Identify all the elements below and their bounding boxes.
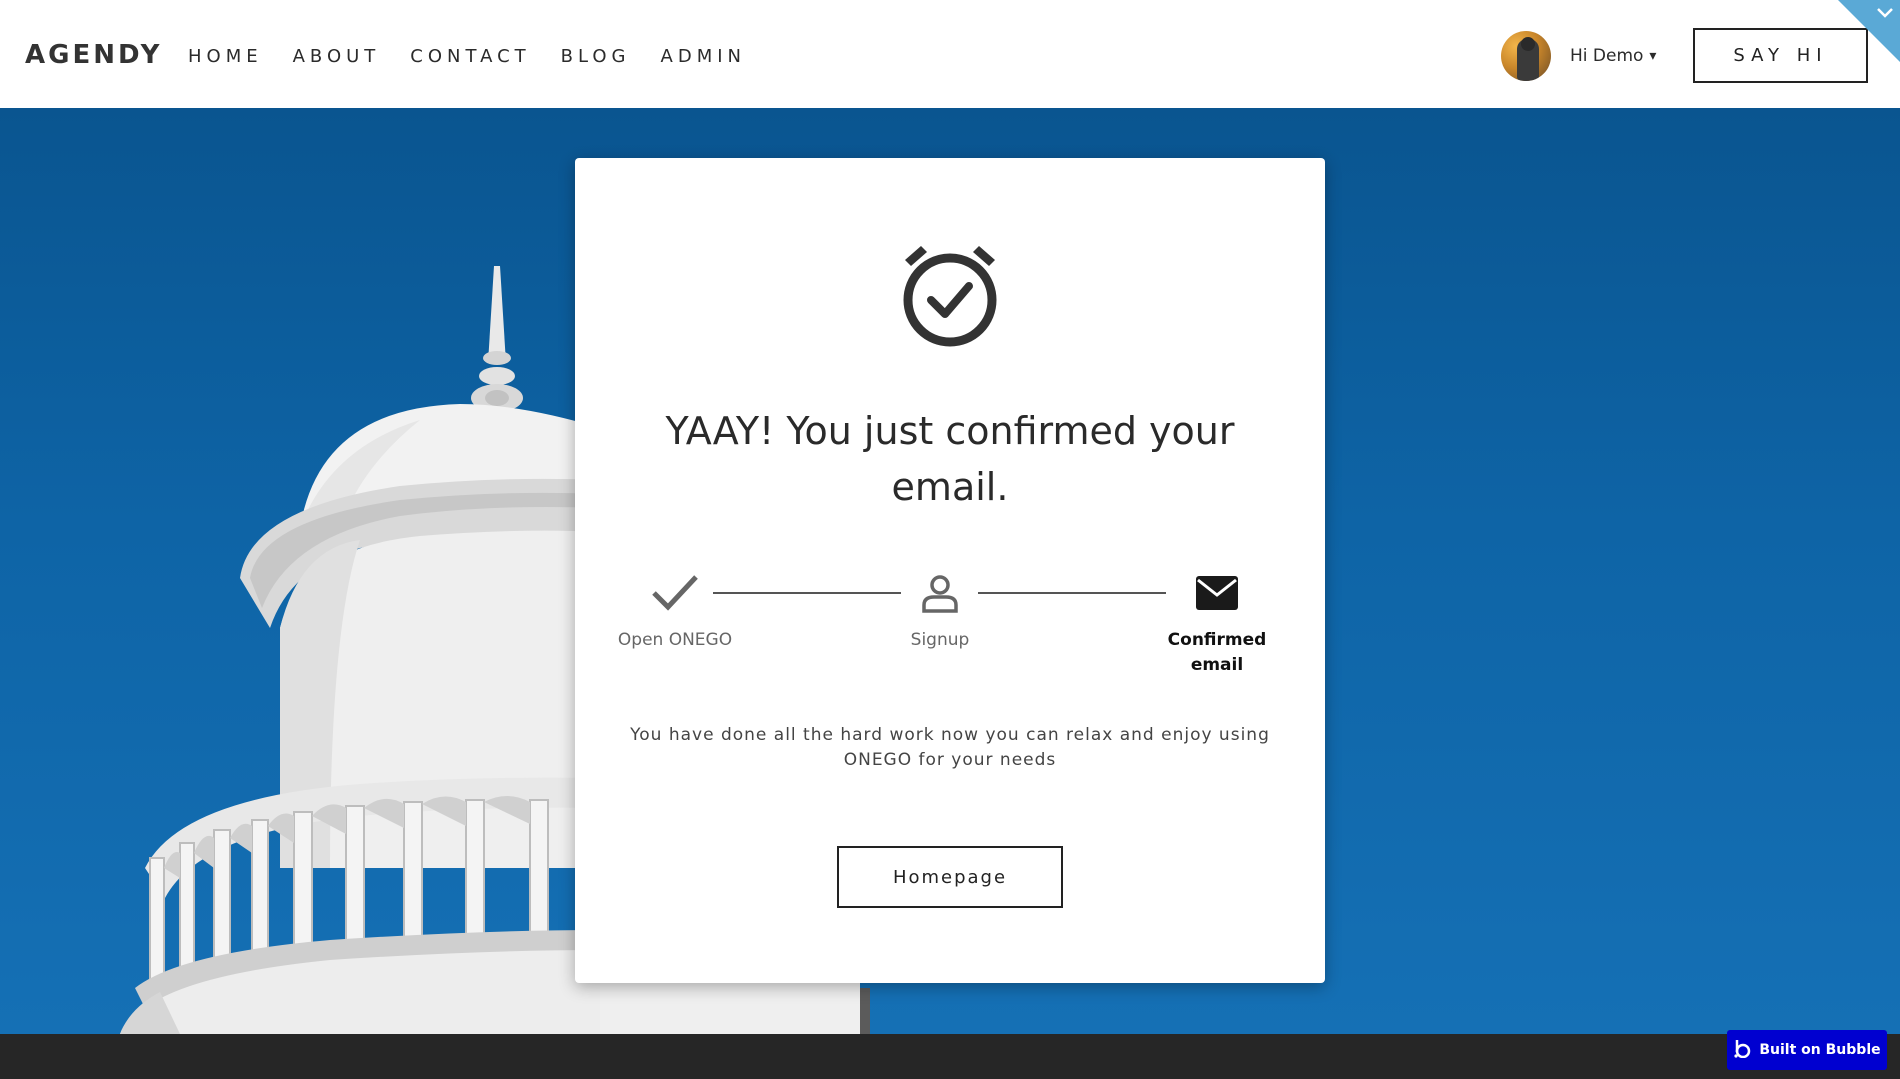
main-nav: HOME ABOUT CONTACT BLOG ADMIN (188, 46, 776, 67)
step-confirmed-email: Confirmed email (1147, 568, 1287, 678)
envelope-icon (1147, 568, 1287, 618)
alarm-check-icon (895, 238, 1005, 348)
nav-item-contact[interactable]: CONTACT (410, 46, 530, 67)
avatar[interactable] (1501, 31, 1551, 81)
nav-item-about[interactable]: ABOUT (293, 46, 381, 67)
nav-item-admin[interactable]: ADMIN (661, 46, 746, 67)
step-label: Confirmed email (1167, 630, 1267, 675)
user-greeting: Hi Demo (1570, 46, 1644, 66)
site-header: AGENDY HOME ABOUT CONTACT BLOG ADMIN Hi … (0, 0, 1900, 108)
built-on-bubble-badge[interactable]: Built on Bubble (1727, 1030, 1887, 1070)
checkmark-icon (605, 568, 745, 618)
nav-item-blog[interactable]: BLOG (561, 46, 631, 67)
step-label: Signup (910, 630, 970, 650)
user-menu[interactable]: Hi Demo ▾ (1570, 46, 1656, 66)
step-signup: Signup (870, 568, 1010, 653)
confirmation-card: YAAY! You just confirmed your email. Ope… (575, 158, 1325, 983)
site-logo[interactable]: AGENDY (25, 40, 163, 70)
card-title: YAAY! You just confirmed your email. (665, 409, 1235, 509)
bubble-logo-icon (1733, 1038, 1751, 1063)
badge-label: Built on Bubble (1759, 1042, 1881, 1058)
step-label: Open ONEGO (617, 630, 733, 650)
nav-item-home[interactable]: HOME (188, 46, 263, 67)
footer-bar (0, 1034, 1900, 1079)
caret-down-icon: ▾ (1649, 48, 1657, 64)
homepage-button[interactable]: Homepage (837, 846, 1063, 908)
chevron-down-icon[interactable] (1876, 4, 1894, 23)
user-icon (870, 568, 1010, 618)
progress-steps: Open ONEGO Signup Confirmed email (575, 568, 1325, 688)
card-description: You have done all the hard work now you … (630, 725, 1270, 770)
avatar-head (1521, 37, 1535, 51)
step-open-onego: Open ONEGO (605, 568, 745, 653)
